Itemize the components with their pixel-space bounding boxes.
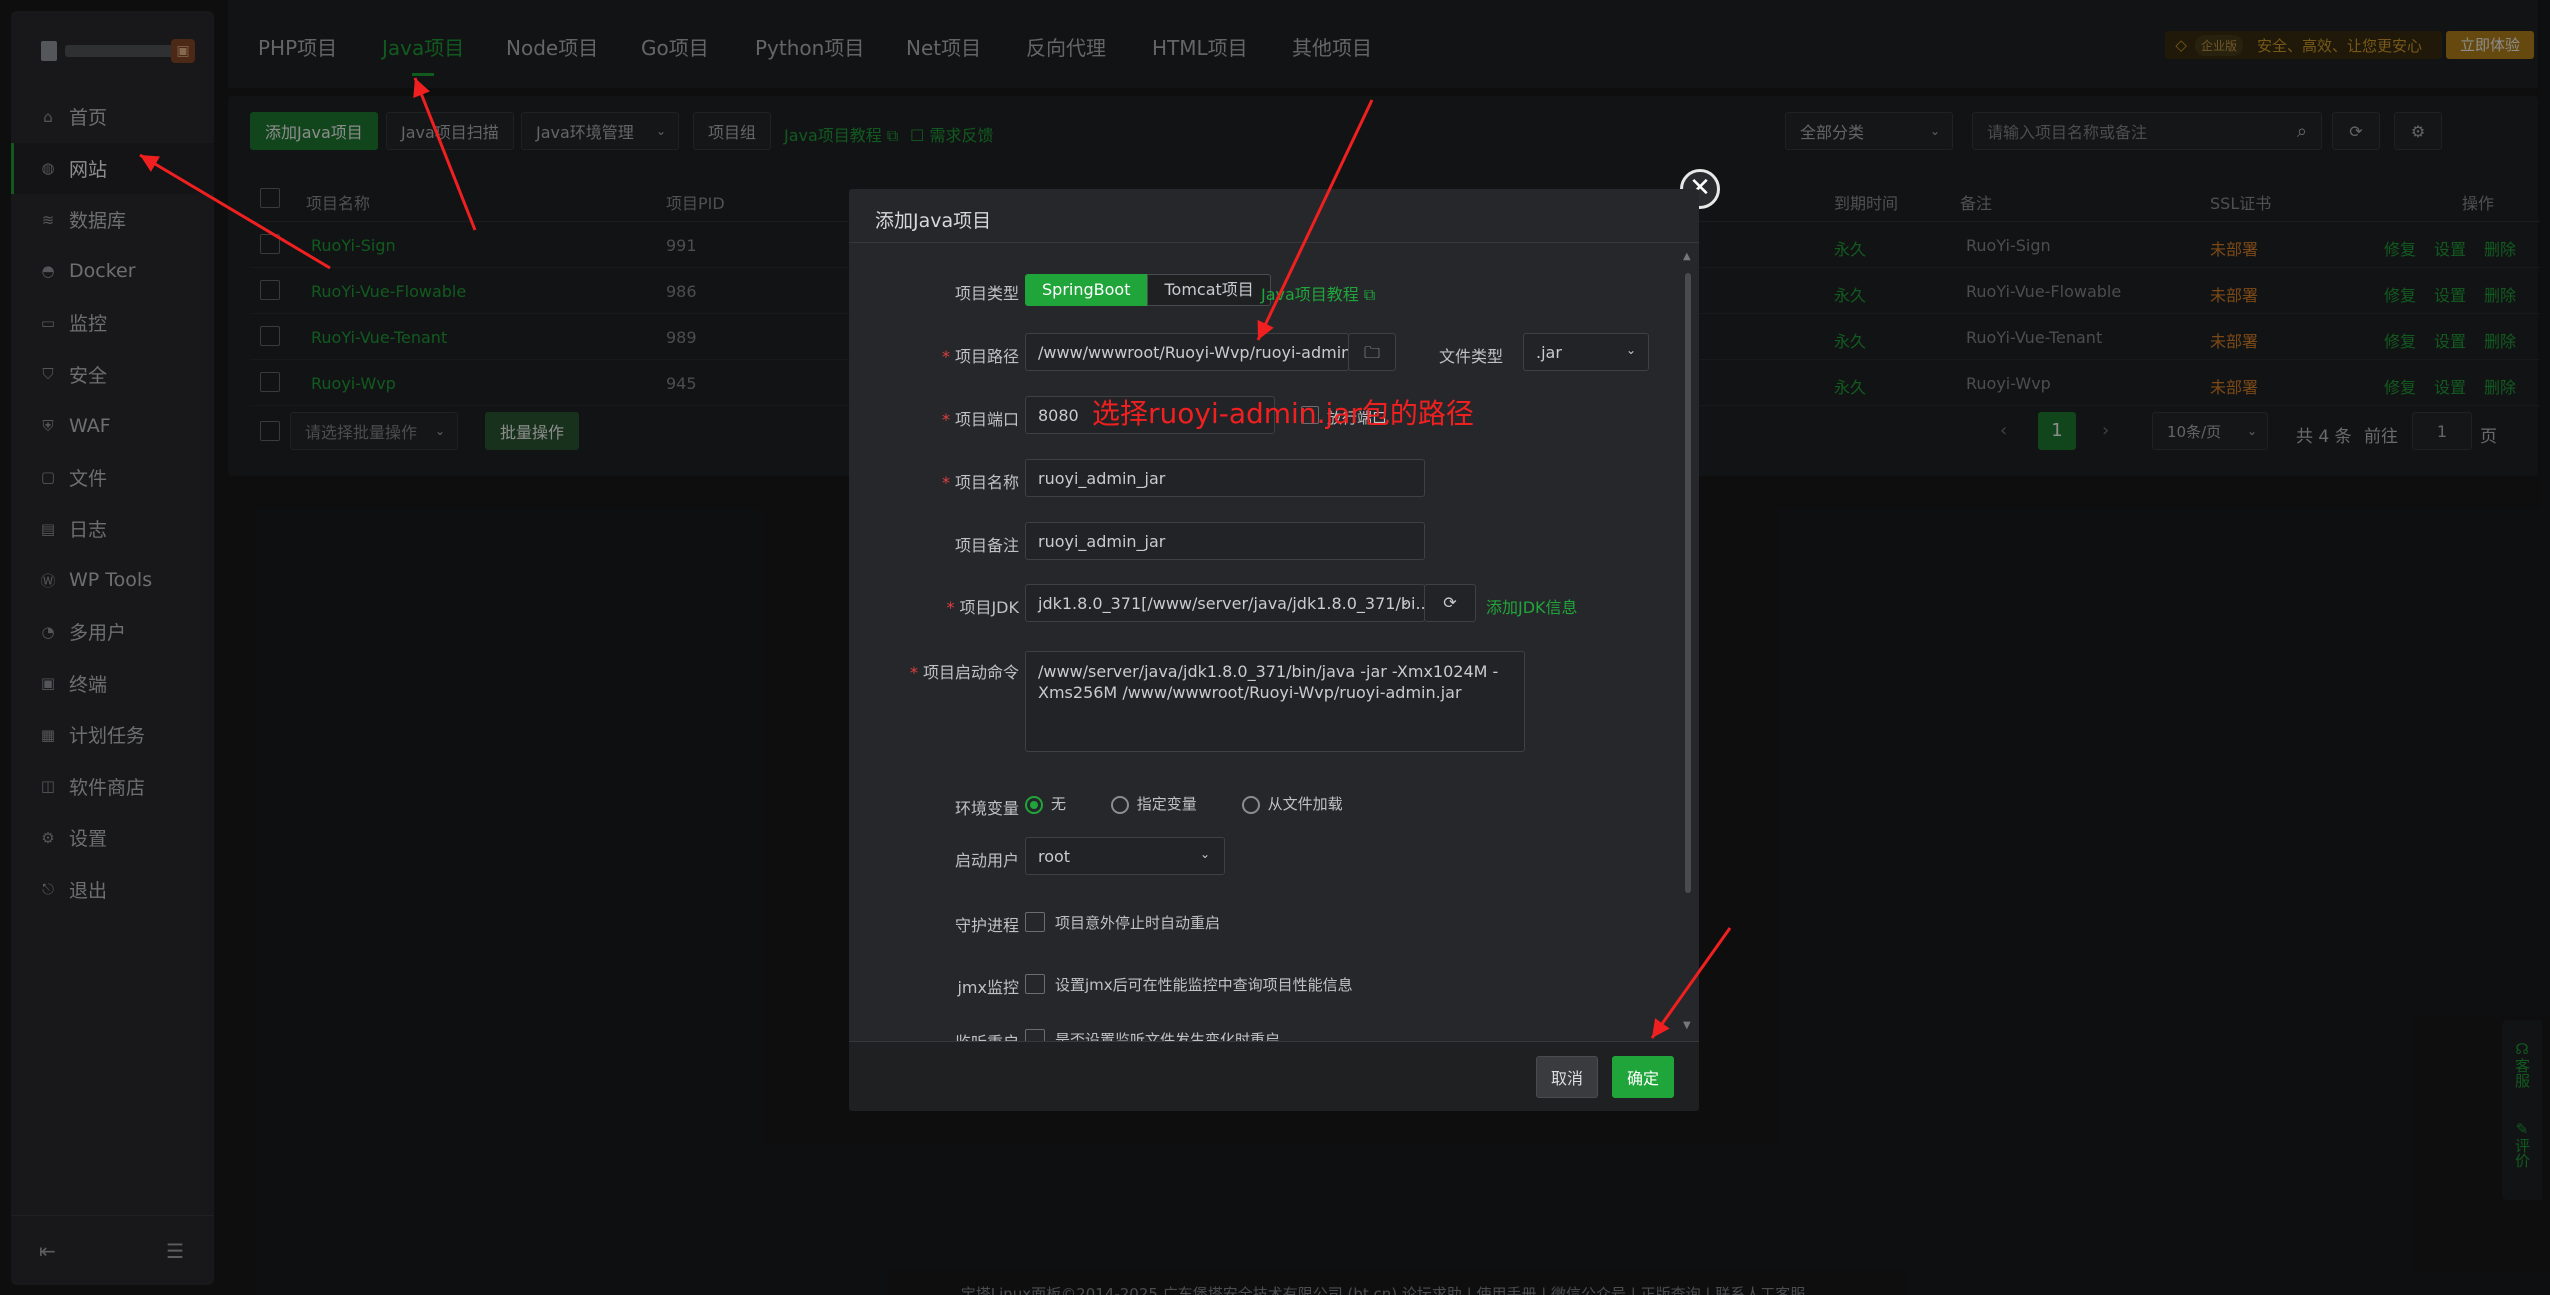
project-name-label: 项目名称 <box>942 469 1019 493</box>
env-option-none-label: 无 <box>1051 795 1067 813</box>
project-jdk-label: 项目JDK <box>946 594 1019 618</box>
start-command-label: 项目启动命令 <box>910 659 1019 683</box>
tomcat-option[interactable]: Tomcat项目 <box>1147 274 1271 306</box>
watch-restart-row: 监听重启 是否设置监听文件发生变化时重启 <box>849 1019 1699 1041</box>
add-jdk-link[interactable]: 添加JDK信息 <box>1486 594 1578 618</box>
scroll-down-icon[interactable]: ▼ <box>1683 1020 1691 1031</box>
daemon-label: 守护进程 <box>954 916 1019 935</box>
folder-picker-button[interactable]: 🗀 <box>1348 333 1396 371</box>
radio-icon <box>1241 795 1260 814</box>
project-note-input[interactable]: ruoyi_admin_jar <box>1025 522 1425 560</box>
dialog-scroll-thumb[interactable] <box>1685 273 1691 893</box>
env-option-file-label: 从文件加载 <box>1267 795 1343 813</box>
annotation-text: 选择ruoyi-admin.jar包的路径 <box>1092 397 1474 430</box>
project-jdk-value: jdk1.8.0_371[/www/server/java/jdk1.8.0_3… <box>1038 594 1425 613</box>
chevron-down-icon: ⌄ <box>1199 847 1210 861</box>
dialog-title: 添加Java项目 <box>875 210 992 232</box>
jmx-text: 设置jmx后可在性能监控中查询项目性能信息 <box>1055 976 1353 994</box>
start-user-select[interactable]: root ⌄ <box>1025 837 1225 875</box>
env-option-specify[interactable]: 指定变量 <box>1110 795 1197 814</box>
radio-checked-icon <box>1025 795 1043 814</box>
env-var-label: 环境变量 <box>954 799 1019 818</box>
project-jdk-select[interactable]: jdk1.8.0_371[/www/server/java/jdk1.8.0_3… <box>1025 584 1425 622</box>
radio-icon <box>1110 795 1129 814</box>
add-java-project-dialog: 添加Java项目 项目类型 SpringBoot Tomcat项目 Java项目… <box>849 189 1699 1111</box>
project-note-label: 项目备注 <box>954 536 1019 555</box>
env-option-specify-label: 指定变量 <box>1136 795 1197 813</box>
project-type-tutorial-link[interactable]: Java项目教程 ⧉ <box>1261 281 1375 305</box>
chevron-down-icon: ⌄ <box>1625 343 1636 357</box>
file-type-select[interactable]: .jar ⌄ <box>1523 333 1649 371</box>
daemon-text: 项目意外停止时自动重启 <box>1055 914 1221 932</box>
jdk-refresh-button[interactable]: ⟳ <box>1424 584 1476 622</box>
app-root: ▣ ⌂ 首页 ◍ 网站 ≋ 数据库 ◓ Docker ▭ 监控 ⛉ 安全 ⛨ WAF ▢ 文件 ▤ 日志 Ⓦ WP T… <box>0 0 2550 1295</box>
project-name-input[interactable]: ruoyi_admin_jar <box>1025 459 1425 497</box>
springboot-option[interactable]: SpringBoot <box>1025 274 1148 306</box>
file-type-label: 文件类型 <box>1439 347 1504 366</box>
project-path-input[interactable]: /www/wwwroot/Ruoyi-Wvp/ruoyi-admin <box>1025 333 1349 371</box>
project-path-label: 项目路径 <box>942 343 1019 367</box>
jmx-checkbox[interactable] <box>1025 974 1045 994</box>
project-type-tutorial-text: Java项目教程 <box>1261 285 1359 304</box>
file-type-value: .jar <box>1536 343 1562 362</box>
project-type-label: 项目类型 <box>954 284 1019 303</box>
refresh-icon: ⟳ <box>1443 593 1457 612</box>
start-user-label: 启动用户 <box>954 851 1019 870</box>
env-var-options: 无 指定变量 从文件加载 <box>1025 793 1343 814</box>
watch-restart-text: 是否设置监听文件发生变化时重启 <box>1055 1031 1281 1041</box>
start-command-textarea[interactable]: /www/server/java/jdk1.8.0_371/bin/java -… <box>1025 651 1525 752</box>
folder-icon: 🗀 <box>1363 343 1380 362</box>
confirm-button[interactable]: 确定 <box>1612 1056 1675 1098</box>
cancel-button[interactable]: 取消 <box>1536 1056 1599 1098</box>
jmx-label: jmx监控 <box>957 978 1019 997</box>
dialog-header: 添加Java项目 <box>849 189 1699 243</box>
project-port-label: 项目端口 <box>942 406 1019 430</box>
project-type-switch: SpringBoot Tomcat项目 <box>1025 274 1271 306</box>
scroll-up-icon[interactable]: ▲ <box>1683 251 1691 262</box>
daemon-checkbox[interactable] <box>1025 912 1045 932</box>
env-option-file[interactable]: 从文件加载 <box>1241 795 1343 814</box>
external-link-icon: ⧉ <box>1363 285 1376 304</box>
watch-restart-label: 监听重启 <box>955 1029 1019 1041</box>
chevron-down-icon: ⌄ <box>1399 594 1410 608</box>
env-option-none[interactable]: 无 <box>1025 795 1067 814</box>
start-user-value: root <box>1038 847 1071 866</box>
dialog-footer: 取消 确定 <box>849 1041 1699 1111</box>
watch-restart-checkbox[interactable] <box>1025 1029 1045 1041</box>
